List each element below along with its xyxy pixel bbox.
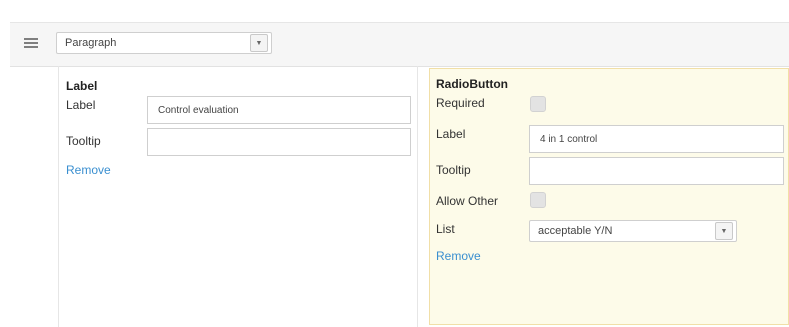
- list-field-label: List: [436, 222, 455, 236]
- tooltip-field-label: Tooltip: [436, 163, 471, 177]
- label-field-label: Label: [66, 98, 96, 112]
- remove-link[interactable]: Remove: [436, 249, 481, 263]
- list-select-value: acceptable Y/N: [538, 225, 613, 237]
- remove-link[interactable]: Remove: [66, 163, 111, 177]
- label-input[interactable]: [147, 96, 411, 124]
- tooltip-input[interactable]: [147, 128, 411, 156]
- tooltip-input[interactable]: [529, 157, 784, 185]
- label-field-label: Label: [436, 127, 466, 141]
- tooltip-field-label: Tooltip: [66, 134, 101, 148]
- label-input[interactable]: [529, 125, 784, 153]
- label-panel: Label Label Tooltip Remove: [58, 66, 418, 327]
- radiobutton-panel: RadioButton Required Label Tooltip Allow…: [429, 68, 789, 325]
- hamburger-icon[interactable]: [24, 38, 38, 48]
- radiobutton-panel-title: RadioButton: [436, 77, 508, 91]
- allow-other-label: Allow Other: [436, 194, 499, 208]
- label-panel-title: Label: [66, 79, 98, 93]
- required-checkbox[interactable]: [530, 96, 546, 112]
- list-select[interactable]: acceptable Y/N ▼: [529, 220, 737, 242]
- paragraph-select-value: Paragraph: [65, 37, 117, 49]
- allow-other-checkbox[interactable]: [530, 192, 546, 208]
- chevron-down-icon[interactable]: ▼: [250, 34, 268, 52]
- chevron-down-icon[interactable]: ▼: [715, 222, 733, 240]
- paragraph-select[interactable]: Paragraph ▼: [56, 32, 272, 54]
- required-label: Required: [436, 96, 485, 110]
